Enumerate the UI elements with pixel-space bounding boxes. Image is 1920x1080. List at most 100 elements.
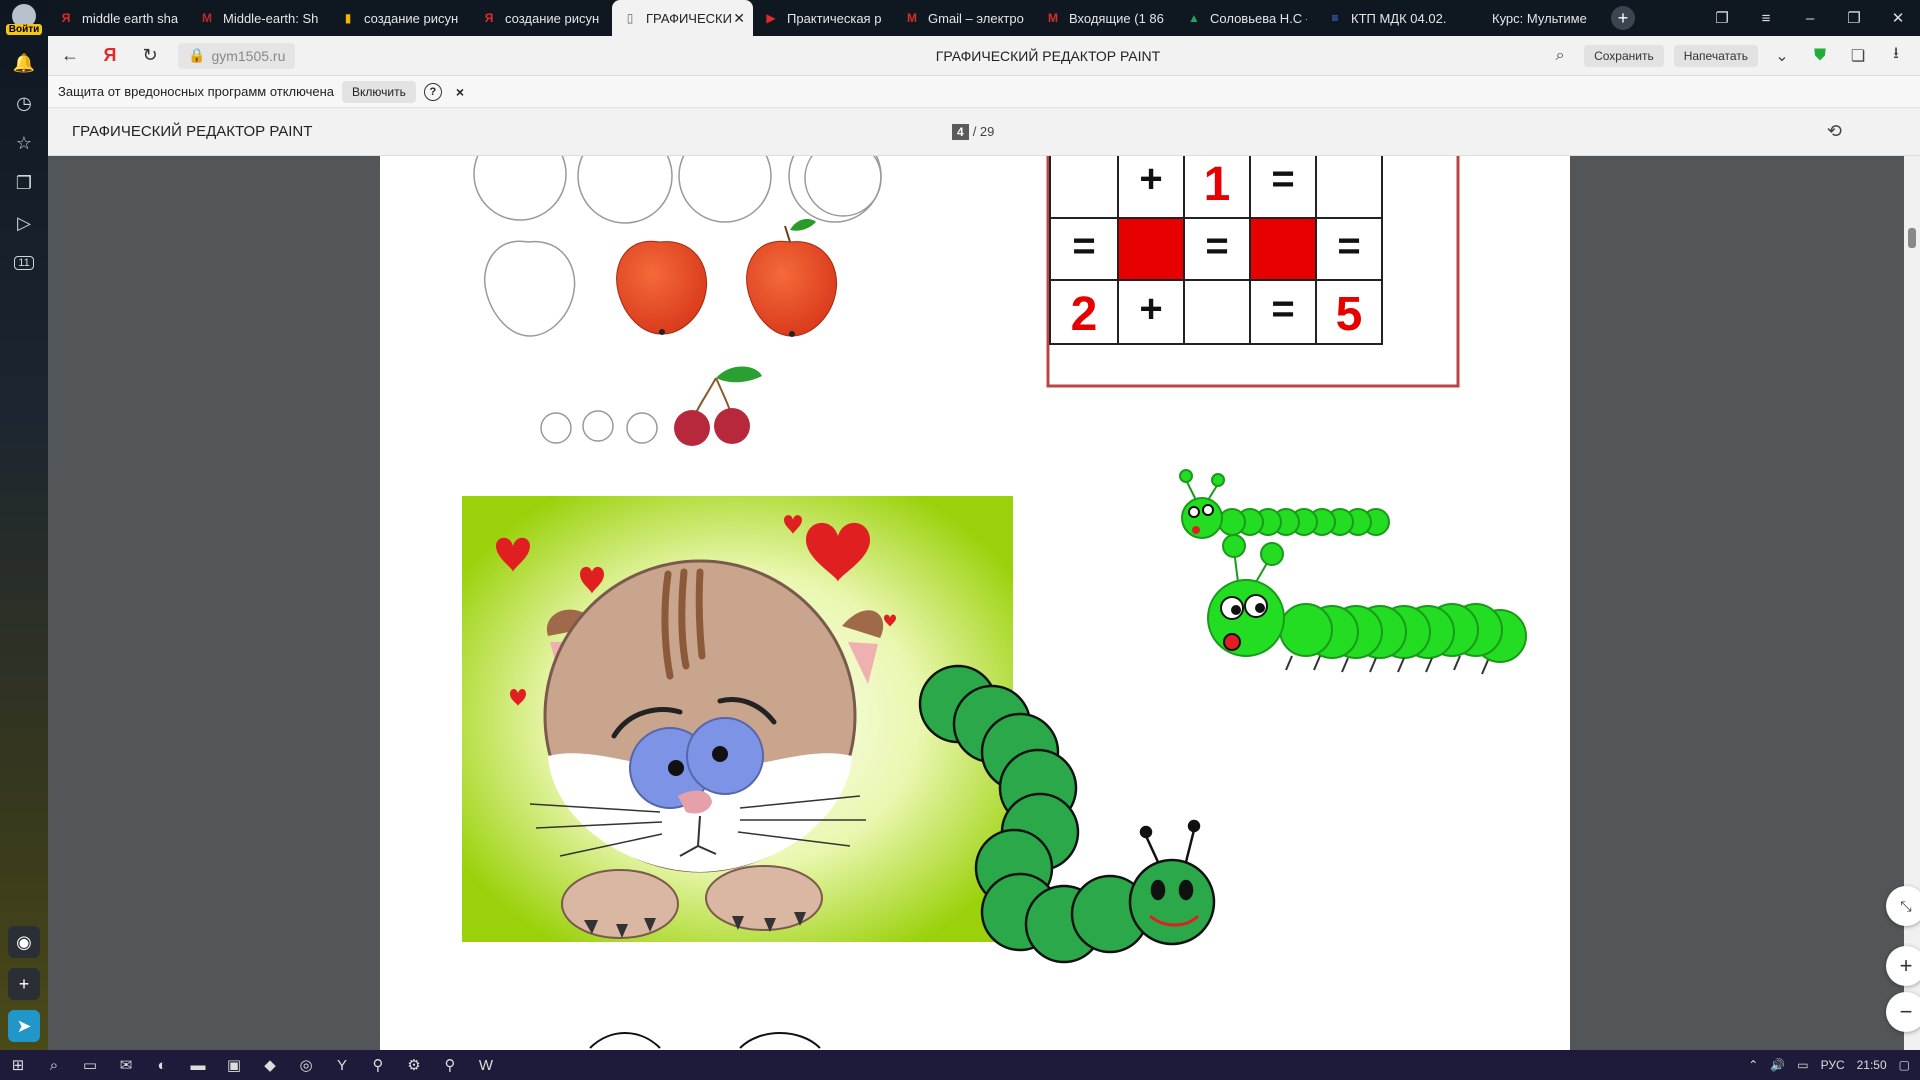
print-button[interactable]: Напечатать	[1673, 44, 1758, 67]
tab-title: Курс: Мультиме	[1492, 10, 1587, 26]
pin-icon[interactable]: ⚲	[360, 1050, 396, 1080]
tab-3[interactable]: Ясоздание рисун	[471, 0, 612, 36]
url-field[interactable]: 🔒 gym1505.ru	[178, 42, 296, 69]
download-icon[interactable]: ⭳	[1882, 42, 1910, 70]
fit-page-icon[interactable]: ⤡	[1886, 886, 1920, 926]
tray-up-icon[interactable]: ⌃	[1748, 1058, 1758, 1072]
warning-text: Защита от вредоносных программ отключена	[58, 84, 335, 99]
settings-icon[interactable]: ⚙	[396, 1050, 432, 1080]
reload-icon[interactable]: ↻	[132, 38, 168, 74]
extensions-icon[interactable]: ❏	[1844, 42, 1872, 70]
zoom-out-button[interactable]: −	[1886, 992, 1920, 1032]
play-icon[interactable]: ▷	[7, 206, 41, 240]
grid-symbol: 1	[1204, 158, 1231, 211]
tab-8[interactable]: ▲ Соловьева Н.С -	[1176, 0, 1317, 36]
notifications-icon[interactable]: ▢	[1899, 1058, 1910, 1072]
close-tab-icon[interactable]: ✕	[733, 10, 745, 27]
save-button[interactable]: Сохранить	[1584, 44, 1664, 67]
tab-title: создание рисун	[505, 10, 600, 26]
tab-favicon-icon: M	[202, 11, 212, 25]
tab-favicon-icon: ▯	[626, 11, 634, 25]
grid-cell	[1117, 217, 1185, 281]
search-in-page-icon[interactable]: ⌕	[1546, 42, 1574, 70]
bookmark-window-icon[interactable]: ❐	[1700, 0, 1744, 36]
messenger-icon[interactable]: ➤	[8, 1010, 40, 1042]
enable-button[interactable]: Включить	[342, 80, 416, 103]
mail-icon[interactable]: ✉	[108, 1050, 144, 1080]
clock[interactable]: 21:50	[1857, 1058, 1887, 1072]
collections-icon[interactable]: ❐	[7, 166, 41, 200]
warning-bar: Защита от вредоносных программ отключена…	[48, 76, 1920, 108]
new-tab-button[interactable]: +	[1611, 6, 1635, 30]
tab-9[interactable]: ≡ КТП МДК 04.02.	[1317, 0, 1458, 36]
grid-symbol: =	[1072, 224, 1095, 268]
back-icon[interactable]: ←	[52, 38, 88, 74]
minimize-icon[interactable]: –	[1788, 0, 1832, 36]
chevron-down-icon[interactable]: ⌄	[1768, 42, 1796, 70]
current-page-field[interactable]: 4	[952, 123, 969, 140]
grid-symbol: =	[1271, 157, 1294, 201]
network-icon[interactable]: ▭	[1797, 1058, 1808, 1072]
menu-icon[interactable]: ≡	[1744, 0, 1788, 36]
search-icon[interactable]: ⌕	[36, 1050, 72, 1080]
tab-10[interactable]: Курс: Мультиме	[1458, 0, 1599, 36]
yandex-icon[interactable]: Я	[92, 38, 128, 74]
tab-favicon-icon: ▶	[766, 11, 776, 25]
restore-icon[interactable]: ❐	[1832, 0, 1876, 36]
tab-title: КТП МДК 04.02.	[1351, 10, 1447, 26]
tab-title: Gmail – электро	[928, 10, 1024, 26]
zoom-in-button[interactable]: +	[1886, 946, 1920, 986]
pdf-viewer[interactable]: +1 = = = = 2 + = 5 ⤡ + −	[48, 156, 1920, 1050]
math-grid: +1 = = = = 2 + = 5	[1046, 156, 1460, 388]
next-figure-sketch	[589, 1032, 821, 1049]
tab-favicon-icon: M	[907, 11, 917, 25]
windows-start-icon[interactable]: ⊞	[0, 1050, 36, 1080]
chrome-icon[interactable]: ◎	[288, 1050, 324, 1080]
history-icon[interactable]: ◷	[7, 86, 41, 120]
star-icon[interactable]: ☆	[7, 126, 41, 160]
tab-0[interactable]: Яmiddle earth sha	[48, 0, 189, 36]
tab-6[interactable]: M Gmail – электро	[894, 0, 1035, 36]
cherry-sketch	[540, 366, 762, 446]
page-title: ГРАФИЧЕСКИЙ РЕДАКТОР PAINT	[935, 47, 1161, 64]
store-icon[interactable]: ▣	[216, 1050, 252, 1080]
word-icon[interactable]: W	[468, 1050, 504, 1080]
shield-icon[interactable]: ⛊	[1806, 42, 1834, 70]
tab-bar: Яmiddle earth sha M Middle-earth: Sh ▮ созда…	[48, 0, 1920, 36]
volume-icon[interactable]: 🔊	[1770, 1058, 1785, 1072]
help-icon[interactable]: ?	[423, 82, 442, 101]
usb-icon[interactable]: ⚲	[432, 1050, 468, 1080]
rotate-icon[interactable]: ⟲	[1827, 121, 1842, 142]
tab-2[interactable]: ▮ создание рисун	[330, 0, 471, 36]
task-view-icon[interactable]: ▭	[72, 1050, 108, 1080]
yandex-browser-icon[interactable]: Y	[324, 1050, 360, 1080]
small-caterpillar	[1179, 469, 1390, 539]
counter-badge: 11	[14, 256, 34, 270]
grid-symbol: 2	[1071, 288, 1098, 341]
bell-icon[interactable]: 🔔	[7, 46, 41, 80]
windows-taskbar: ⊞ ⌕ ▭ ✉ ◐ ▬ ▣ ◆ ◎ Y ⚲ ⚙ ⚲ W ⌃ 🔊 ▭ РУС 21…	[0, 1050, 1920, 1080]
close-window-icon[interactable]: ✕	[1876, 0, 1920, 36]
edge-icon[interactable]: ◐	[144, 1050, 180, 1080]
app-red-icon[interactable]: ◆	[252, 1050, 288, 1080]
grid-symbol: 5	[1336, 288, 1363, 341]
tab-title: Соловьева Н.С -	[1210, 10, 1307, 26]
close-warning-icon[interactable]: ×	[456, 84, 464, 100]
folder-icon[interactable]: ▬	[180, 1050, 216, 1080]
add-panel-icon[interactable]: +	[8, 968, 40, 1000]
tab-favicon-icon: ▮	[344, 11, 352, 25]
tab-favicon-icon: Я	[61, 11, 71, 25]
grid-cell	[1315, 156, 1383, 219]
language-indicator[interactable]: РУС	[1821, 1058, 1845, 1072]
scroll-thumb[interactable]	[1908, 228, 1916, 248]
grid-symbol: =	[1271, 287, 1294, 331]
tab-1[interactable]: M Middle-earth: Sh	[189, 0, 330, 36]
counter-icon[interactable]: 11	[7, 246, 41, 280]
alice-icon[interactable]: ◉	[8, 926, 40, 958]
tab-5[interactable]: ▶ Практическая р	[753, 0, 894, 36]
address-bar: ← Я ↻ 🔒 gym1505.ru ГРАФИЧЕСКИЙ РЕДАКТОР …	[48, 36, 1920, 76]
tab-7[interactable]: M Входящие (1 86	[1035, 0, 1176, 36]
tab-title: ГРАФИЧЕСКИ	[646, 10, 732, 26]
login-button[interactable]: Войти	[5, 4, 43, 40]
tab-4[interactable]: ▯ ГРАФИЧЕСКИ ✕	[612, 0, 753, 36]
